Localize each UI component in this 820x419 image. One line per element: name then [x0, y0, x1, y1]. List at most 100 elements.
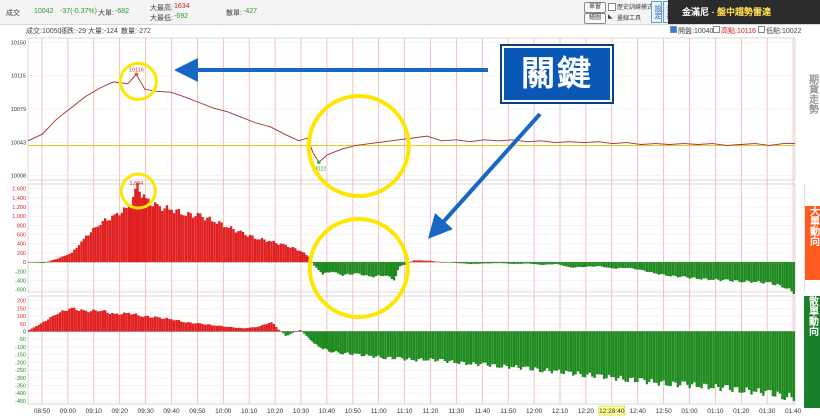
negative-bar	[303, 331, 306, 334]
negative-bar	[750, 262, 753, 283]
x-tick-label: 09:50	[189, 408, 206, 415]
negative-bar	[417, 331, 420, 360]
negative-bar	[633, 262, 637, 270]
positive-bar	[260, 325, 264, 332]
negative-bar	[363, 262, 366, 276]
negative-bar	[671, 331, 675, 382]
negative-bar	[515, 331, 518, 366]
negative-bar	[629, 331, 632, 379]
positive-bar	[201, 217, 204, 263]
negative-bar	[317, 331, 320, 347]
y-tick-label: 800	[17, 223, 26, 229]
negative-bar	[372, 331, 375, 358]
x-tick-label: 09:00	[60, 408, 77, 415]
negative-bar	[498, 331, 501, 368]
negative-bar	[410, 331, 413, 361]
negative-bar	[709, 331, 713, 389]
positive-bar	[296, 250, 299, 263]
positive-bar	[42, 321, 45, 332]
negative-bar	[759, 262, 763, 283]
negative-bar	[576, 331, 580, 372]
y-tick-label: 0	[23, 260, 26, 266]
negative-bar	[301, 331, 304, 332]
legend-low-checkbox[interactable]	[758, 26, 765, 33]
positive-bar	[37, 324, 40, 332]
negative-bar	[624, 262, 627, 269]
positive-bar	[136, 182, 139, 263]
negative-bar	[390, 262, 394, 280]
positive-bar	[149, 317, 152, 332]
negative-bar	[581, 331, 584, 377]
negative-bar	[439, 331, 442, 359]
positive-bar	[439, 261, 442, 263]
negative-bar	[379, 331, 382, 358]
negative-bar	[572, 331, 575, 376]
negative-bar	[341, 331, 344, 355]
positive-bar	[54, 315, 57, 332]
negative-bar	[429, 331, 432, 359]
legend-open-checkbox[interactable]	[670, 26, 677, 33]
negative-bar	[543, 331, 546, 371]
negative-bar	[736, 262, 739, 281]
negative-bar	[337, 262, 340, 274]
x-tick-label: 12:40	[630, 408, 647, 415]
negative-bar	[667, 331, 670, 386]
positive-bar	[61, 256, 64, 263]
single-window-button[interactable]: 單窗	[584, 2, 606, 13]
positive-bar	[165, 317, 169, 332]
negative-bar	[717, 262, 720, 280]
positive-bar	[146, 315, 150, 332]
negative-bar	[652, 331, 656, 383]
negative-bar	[714, 262, 717, 279]
y-tick-label: 1,400	[12, 196, 26, 202]
positive-bar	[92, 309, 95, 332]
positive-bar	[244, 328, 247, 332]
negative-bar	[790, 331, 793, 398]
negative-bar	[664, 331, 668, 386]
negative-bar	[593, 331, 596, 378]
positive-bar	[201, 324, 204, 332]
history-mode-checkbox[interactable]	[608, 3, 616, 11]
negative-bar	[372, 262, 375, 278]
positive-bar	[248, 234, 252, 263]
negative-bar	[648, 262, 651, 273]
positive-bar	[189, 322, 192, 332]
legend-high-checkbox[interactable]	[713, 26, 720, 33]
positive-bar	[218, 325, 221, 332]
negative-bar	[339, 331, 342, 354]
line-tool-button[interactable]: 畫線工具	[617, 13, 641, 22]
negative-bar	[755, 262, 758, 282]
positive-bar	[286, 247, 290, 263]
negative-bar	[365, 331, 368, 355]
negative-bar	[586, 331, 589, 375]
settings-button[interactable]: 設定	[651, 1, 662, 23]
positive-bar	[232, 327, 235, 332]
y-tick-label: -400	[15, 279, 26, 285]
small-order-label: 散單:	[226, 10, 242, 17]
negative-bar	[386, 262, 389, 276]
key-annotation-box: 關鍵	[500, 44, 614, 104]
side-label-small: 散單動向	[804, 296, 820, 408]
positive-bar	[115, 212, 119, 263]
negative-bar	[531, 331, 535, 371]
positive-bar	[77, 310, 81, 332]
positive-bar	[85, 310, 88, 332]
positive-bar	[412, 260, 416, 263]
draw-button[interactable]: 繪圖	[584, 13, 606, 24]
negative-bar	[588, 262, 592, 267]
negative-bar	[762, 262, 765, 284]
negative-bar	[467, 262, 470, 264]
positive-bar	[139, 316, 142, 332]
positive-bar	[111, 312, 114, 332]
negative-bar	[393, 331, 397, 360]
x-tick-label: 10:00	[215, 408, 232, 415]
negative-bar	[595, 262, 599, 267]
negative-bar	[536, 262, 539, 265]
negative-bar	[360, 331, 363, 357]
x-tick-label: 11:20	[423, 408, 439, 415]
brand-name: 金滿尼	[682, 7, 710, 17]
positive-bar	[206, 217, 209, 263]
negative-bar	[728, 262, 732, 282]
positive-bar	[127, 206, 131, 263]
negative-bar	[702, 262, 706, 279]
